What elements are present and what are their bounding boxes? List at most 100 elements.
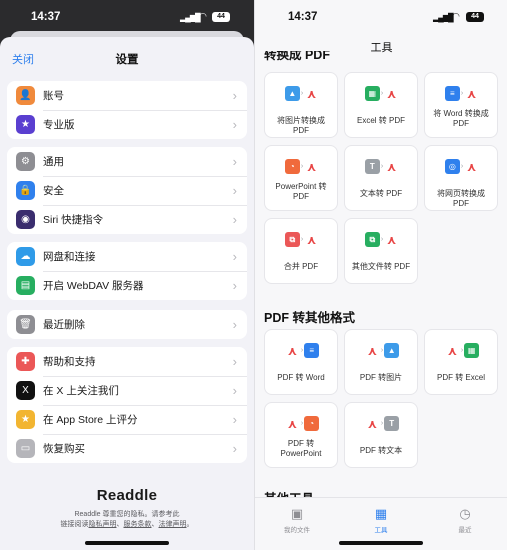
- section-from-pdf-title: PDF 转其他格式: [264, 311, 355, 325]
- settings-row[interactable]: ☁ 网盘和连接 ›: [7, 242, 247, 271]
- section-to-pdf-title: 转换成 PDF: [264, 51, 330, 62]
- presentation-icon: ◔: [284, 159, 300, 174]
- settings-row[interactable]: ▭ 恢复购买 ›: [7, 434, 247, 463]
- files-icon: ⧉: [364, 232, 380, 247]
- tools-icon: ▦: [374, 506, 388, 521]
- rating-star-icon: ★: [16, 410, 35, 429]
- trash-icon: 🗑: [16, 315, 35, 334]
- tool-card-label: 合并 PDF: [283, 262, 319, 271]
- settings-row[interactable]: ⚙ 通用 ›: [7, 147, 247, 176]
- tool-card[interactable]: ⋏ › ▲ PDF 转图片: [344, 329, 418, 395]
- conversion-icons: ⋏ › ≡: [265, 343, 339, 358]
- wifi-icon: ◠: [452, 11, 460, 21]
- chevron-right-icon: ›: [232, 441, 237, 456]
- settings-row[interactable]: ◉ Siri 快捷指令 ›: [7, 205, 247, 234]
- settings-row-label: 通用: [43, 156, 64, 168]
- tool-card[interactable]: T › ⋏ 文本转 PDF: [344, 145, 418, 211]
- tool-card[interactable]: ⋏ › ≡ PDF 转 Word: [264, 329, 338, 395]
- settings-row[interactable]: X 在 X 上关注我们 ›: [7, 376, 247, 405]
- settings-group: 🗑 最近删除 ›: [7, 310, 247, 339]
- settings-row-label: Siri 快捷指令: [43, 214, 104, 226]
- gear-icon: ⚙: [16, 152, 35, 171]
- settings-group: 👤 账号 › ★ 专业版 ›: [7, 81, 247, 139]
- arrow-right-icon: ›: [300, 236, 304, 243]
- sheet-title: 设置: [115, 54, 139, 66]
- tab-folder[interactable]: ▣ 我的文件: [267, 506, 327, 534]
- privacy-line-1: Readdle 尊重您的隐私。请参考此: [74, 511, 180, 518]
- privacy-sep: 、: [116, 521, 124, 528]
- tool-card[interactable]: ⋏ › ▦ PDF 转 Excel: [424, 329, 498, 395]
- settings-row[interactable]: ★ 专业版 ›: [7, 110, 247, 139]
- terms-link[interactable]: 服务条款: [124, 521, 152, 528]
- pdf-icon: ⋏: [447, 343, 458, 358]
- chevron-right-icon: ›: [232, 354, 237, 369]
- settings-row-label: 帮助和支持: [43, 356, 96, 368]
- tool-card[interactable]: ▦ › ⋏ Excel 转 PDF: [344, 72, 418, 138]
- tools-screen: 14:37 ▂▄▆█ ◠ 44 工具 转换成 PDF ▲ › ⋏ 将图片转换成 PDF…: [254, 0, 507, 550]
- pdf-icon: ⋏: [306, 159, 317, 174]
- arrow-right-icon: ›: [380, 163, 384, 170]
- cloud-icon: ☁: [16, 247, 35, 266]
- tool-card[interactable]: ⧉ › ⋏ 其他文件转 PDF: [344, 218, 418, 284]
- arrow-right-icon: ›: [300, 347, 304, 354]
- settings-row-label: 账号: [43, 90, 64, 102]
- image-icon: ▲: [284, 86, 300, 101]
- tab-label: 我的文件: [284, 527, 310, 534]
- chevron-right-icon: ›: [232, 278, 237, 293]
- settings-row-label: 在 App Store 上评分: [43, 414, 138, 426]
- chevron-right-icon: ›: [232, 117, 237, 132]
- legal-link[interactable]: 法律声明: [159, 521, 187, 528]
- document-icon: ≡: [304, 343, 320, 358]
- text-icon: T: [364, 159, 380, 174]
- settings-row[interactable]: ▤ 开启 WebDAV 服务器 ›: [7, 271, 247, 300]
- settings-row-label: 专业版: [43, 119, 75, 131]
- conversion-icons: ≡ › ⋏: [425, 86, 499, 101]
- tab-clock[interactable]: ◷ 最近: [435, 506, 495, 534]
- tool-card-label: 将网页转换成 PDF: [437, 189, 485, 208]
- conversion-icons: ⋏ › ▦: [425, 343, 499, 358]
- merge-icon: ⧉: [284, 232, 300, 247]
- status-bar: 14:37 ▂▄▆█ ◠ 44: [0, 0, 254, 34]
- privacy-link[interactable]: 隐私声明: [89, 521, 117, 528]
- battery-icon: 44: [212, 12, 230, 22]
- tool-card[interactable]: ≡ › ⋏ 将 Word 转换成 PDF: [424, 72, 498, 138]
- conversion-icons: ⧉ › ⋏: [345, 232, 419, 247]
- arrow-right-icon: ›: [300, 90, 304, 97]
- settings-row[interactable]: 👤 账号 ›: [7, 81, 247, 110]
- text-icon: T: [384, 416, 400, 431]
- tool-card[interactable]: ⧉ › ⋏ 合并 PDF: [264, 218, 338, 284]
- settings-row-label: 安全: [43, 185, 64, 197]
- tool-card-label: 其他文件转 PDF: [351, 262, 411, 271]
- settings-row[interactable]: 🗑 最近删除 ›: [7, 310, 247, 339]
- conversion-icons: ⋏ › ◔: [265, 416, 339, 431]
- wifi-icon: ◠: [199, 11, 207, 21]
- privacy-end: 。: [186, 521, 194, 528]
- chevron-right-icon: ›: [232, 249, 237, 264]
- person-icon: 👤: [16, 86, 35, 105]
- home-indicator[interactable]: [85, 541, 169, 545]
- settings-row[interactable]: ✚ 帮助和支持 ›: [7, 347, 247, 376]
- tool-card[interactable]: ◔ › ⋏ PowerPoint 转 PDF: [264, 145, 338, 211]
- conversion-icons: ▦ › ⋏: [345, 86, 419, 101]
- home-indicator[interactable]: [339, 541, 423, 545]
- chevron-right-icon: ›: [232, 212, 237, 227]
- tool-card-label: Excel 转 PDF: [356, 116, 405, 125]
- chevron-right-icon: ›: [232, 317, 237, 332]
- tool-card[interactable]: ⋏ › T PDF 转文本: [344, 402, 418, 468]
- pdf-icon: ⋏: [367, 343, 378, 358]
- tool-card[interactable]: ◎ › ⋏ 将网页转换成 PDF: [424, 145, 498, 211]
- settings-sheet: 关闭 设置 👤 账号 › ★ 专业版 › ⚙ 通用 › 🔒 安全 › ◉ Siri 快捷指令 › ☁ 网盘和连接…: [0, 37, 254, 550]
- tool-card[interactable]: ▲ › ⋏ 将图片转换成 PDF: [264, 72, 338, 138]
- pdf-icon: ⋏: [386, 86, 397, 101]
- tab-tools[interactable]: ▦ 工具: [351, 506, 411, 534]
- tool-card[interactable]: ⋏ › ◔ PDF 转 PowerPoint: [264, 402, 338, 468]
- arrow-right-icon: ›: [460, 163, 464, 170]
- tool-card-label: 将图片转换成 PDF: [277, 116, 325, 135]
- settings-row-label: 最近删除: [43, 319, 85, 331]
- settings-row[interactable]: 🔒 安全 ›: [7, 176, 247, 205]
- tool-card-label: PDF 转图片: [359, 373, 403, 382]
- settings-row-label: 网盘和连接: [43, 251, 96, 263]
- tool-card-label: PDF 转 Word: [277, 373, 325, 382]
- settings-screen: 14:37 ▂▄▆█ ◠ 44 关闭 设置 👤 账号 › ★ 专业版 › ⚙ 通用 › 🔒 安全 › ◉…: [0, 0, 254, 550]
- settings-row[interactable]: ★ 在 App Store 上评分 ›: [7, 405, 247, 434]
